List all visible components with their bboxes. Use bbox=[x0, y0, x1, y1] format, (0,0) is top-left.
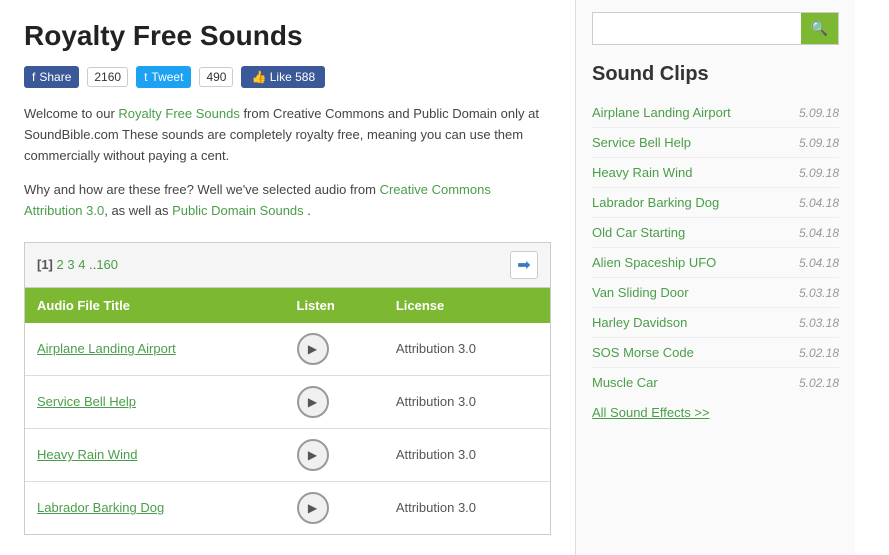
clip-date: 5.09.18 bbox=[799, 136, 839, 150]
list-item: Harley Davidson 5.03.18 bbox=[592, 308, 839, 338]
play-button[interactable]: ▶ bbox=[297, 492, 329, 524]
intro-paragraph-1: Welcome to our Royalty Free Sounds from … bbox=[24, 104, 551, 166]
facebook-share-button[interactable]: f Share bbox=[24, 66, 79, 88]
clip-list: Airplane Landing Airport 5.09.18 Service… bbox=[592, 98, 839, 397]
page-4-link[interactable]: 4 bbox=[78, 257, 85, 272]
clip-date: 5.03.18 bbox=[799, 316, 839, 330]
list-item: Van Sliding Door 5.03.18 bbox=[592, 278, 839, 308]
table-row: Airplane Landing Airport ▶ Attribution 3… bbox=[25, 323, 550, 376]
table-navigation: [1] 2 3 4 ..160 ➡ bbox=[25, 243, 550, 288]
twitter-icon: t bbox=[144, 70, 147, 84]
table-row: Service Bell Help ▶ Attribution 3.0 bbox=[25, 375, 550, 428]
col-header-license: License bbox=[384, 288, 550, 323]
clip-date: 5.04.18 bbox=[799, 256, 839, 270]
twitter-count: 490 bbox=[199, 67, 233, 87]
audio-title-link[interactable]: Airplane Landing Airport bbox=[37, 341, 176, 356]
list-item: Muscle Car 5.02.18 bbox=[592, 368, 839, 397]
page-title: Royalty Free Sounds bbox=[24, 20, 551, 52]
clip-name-link[interactable]: Muscle Car bbox=[592, 375, 658, 390]
page-160-link[interactable]: 160 bbox=[96, 257, 118, 272]
clip-name-link[interactable]: Old Car Starting bbox=[592, 225, 685, 240]
clip-date: 5.04.18 bbox=[799, 226, 839, 240]
audio-table-wrapper: [1] 2 3 4 ..160 ➡ Audio File Title Liste… bbox=[24, 242, 551, 535]
play-button[interactable]: ▶ bbox=[297, 333, 329, 365]
table-row: Labrador Barking Dog ▶ Attribution 3.0 bbox=[25, 481, 550, 534]
license-label: Attribution 3.0 bbox=[396, 447, 476, 462]
list-item: Old Car Starting 5.04.18 bbox=[592, 218, 839, 248]
social-bar: f Share 2160 t Tweet 490 👍 Like 588 bbox=[24, 66, 551, 88]
list-item: Labrador Barking Dog 5.04.18 bbox=[592, 188, 839, 218]
clip-name-link[interactable]: Labrador Barking Dog bbox=[592, 195, 719, 210]
page-3-link[interactable]: 3 bbox=[67, 257, 74, 272]
facebook-like-button[interactable]: 👍 Like 588 bbox=[241, 66, 325, 88]
twitter-tweet-button[interactable]: t Tweet bbox=[136, 66, 191, 88]
license-label: Attribution 3.0 bbox=[396, 394, 476, 409]
table-row: Heavy Rain Wind ▶ Attribution 3.0 bbox=[25, 428, 550, 481]
thumbs-up-icon: 👍 bbox=[251, 70, 269, 84]
audio-title-link[interactable]: Labrador Barking Dog bbox=[37, 500, 164, 515]
table-header-row: Audio File Title Listen License bbox=[25, 288, 550, 323]
next-page-button[interactable]: ➡ bbox=[510, 251, 538, 279]
clip-date: 5.03.18 bbox=[799, 286, 839, 300]
facebook-icon: f bbox=[32, 70, 35, 84]
clip-date: 5.02.18 bbox=[799, 346, 839, 360]
page-2-link[interactable]: 2 bbox=[57, 257, 64, 272]
search-bar: 🔍 bbox=[592, 12, 839, 45]
list-item: Airplane Landing Airport 5.09.18 bbox=[592, 98, 839, 128]
license-label: Attribution 3.0 bbox=[396, 500, 476, 515]
license-label: Attribution 3.0 bbox=[396, 341, 476, 356]
royalty-free-sounds-link[interactable]: Royalty Free Sounds bbox=[118, 106, 239, 121]
clip-date: 5.02.18 bbox=[799, 376, 839, 390]
clip-name-link[interactable]: Harley Davidson bbox=[592, 315, 687, 330]
list-item: Alien Spaceship UFO 5.04.18 bbox=[592, 248, 839, 278]
play-button[interactable]: ▶ bbox=[297, 439, 329, 471]
all-sound-effects-link[interactable]: All Sound Effects >> bbox=[592, 405, 839, 420]
play-button[interactable]: ▶ bbox=[297, 386, 329, 418]
pagination: [1] 2 3 4 ..160 bbox=[37, 257, 118, 272]
public-domain-link[interactable]: Public Domain Sounds bbox=[172, 203, 304, 218]
search-button[interactable]: 🔍 bbox=[801, 13, 838, 44]
clip-date: 5.09.18 bbox=[799, 106, 839, 120]
audio-title-link[interactable]: Service Bell Help bbox=[37, 394, 136, 409]
facebook-count: 2160 bbox=[87, 67, 128, 87]
sound-clips-heading: Sound Clips bbox=[592, 63, 839, 86]
sidebar: 🔍 Sound Clips Airplane Landing Airport 5… bbox=[575, 0, 855, 555]
list-item: Service Bell Help 5.09.18 bbox=[592, 128, 839, 158]
col-header-listen: Listen bbox=[285, 288, 384, 323]
list-item: SOS Morse Code 5.02.18 bbox=[592, 338, 839, 368]
audio-table: Audio File Title Listen License Airplane… bbox=[25, 288, 550, 534]
audio-title-link[interactable]: Heavy Rain Wind bbox=[37, 447, 137, 462]
clip-name-link[interactable]: Airplane Landing Airport bbox=[592, 105, 731, 120]
search-input[interactable] bbox=[593, 15, 801, 42]
clip-name-link[interactable]: Van Sliding Door bbox=[592, 285, 689, 300]
list-item: Heavy Rain Wind 5.09.18 bbox=[592, 158, 839, 188]
col-header-title: Audio File Title bbox=[25, 288, 285, 323]
clip-name-link[interactable]: SOS Morse Code bbox=[592, 345, 694, 360]
clip-date: 5.04.18 bbox=[799, 196, 839, 210]
clip-name-link[interactable]: Alien Spaceship UFO bbox=[592, 255, 716, 270]
clip-name-link[interactable]: Service Bell Help bbox=[592, 135, 691, 150]
intro-paragraph-2: Why and how are these free? Well we've s… bbox=[24, 180, 551, 222]
clip-date: 5.09.18 bbox=[799, 166, 839, 180]
clip-name-link[interactable]: Heavy Rain Wind bbox=[592, 165, 692, 180]
